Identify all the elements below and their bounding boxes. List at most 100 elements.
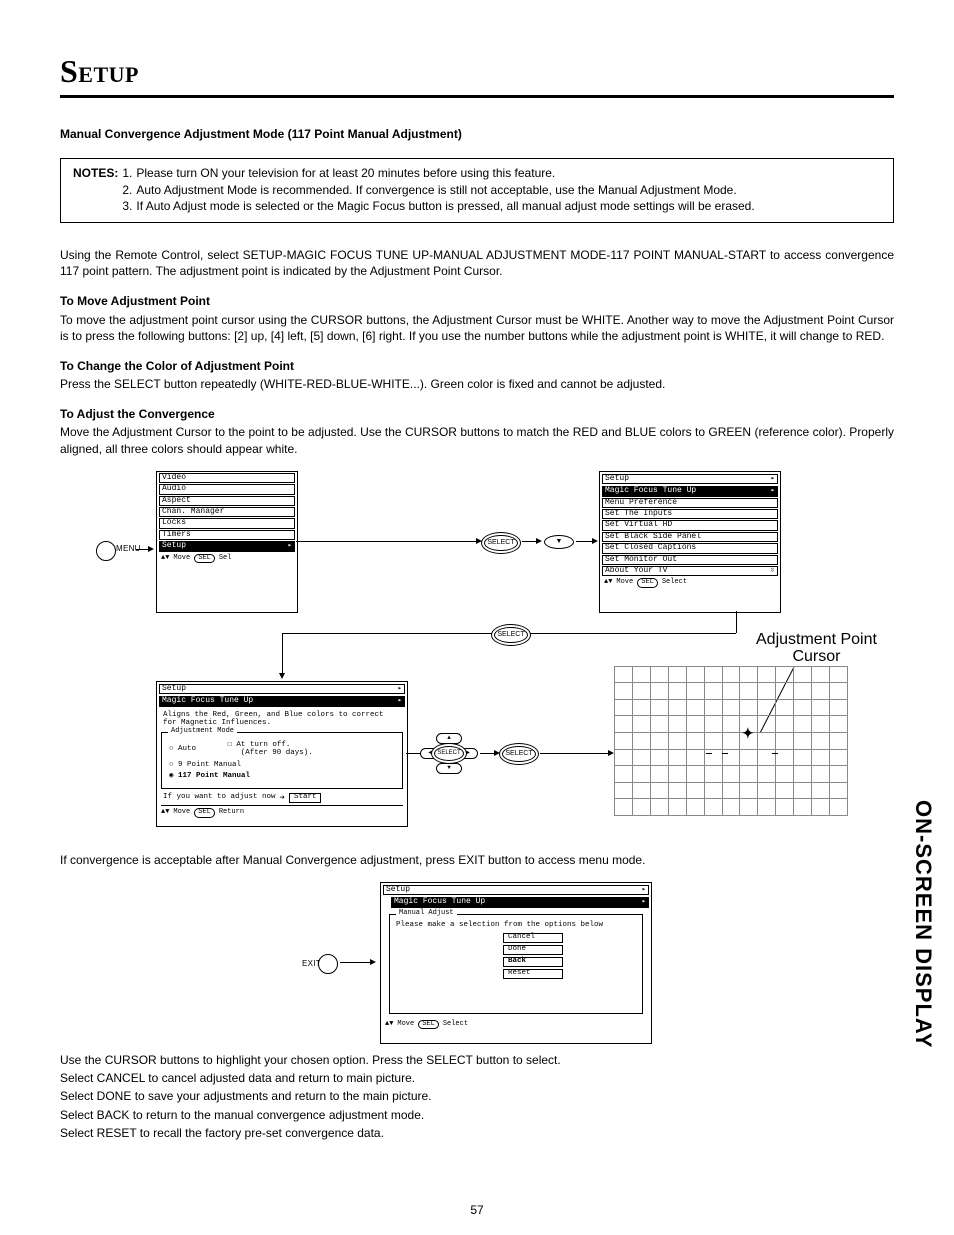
scroll-icon: ⇳: [770, 567, 775, 575]
menu-button-icon: [96, 541, 116, 561]
foot-move: Move: [397, 1021, 414, 1028]
sel-icon: SEL: [194, 808, 215, 817]
cursor-dpad-icon: ▲ ▼ ◀ ▶ SELECT: [430, 735, 466, 771]
chevron-right-icon: [771, 487, 775, 495]
menu-item: Locks: [162, 519, 186, 527]
chevron-right-icon: [771, 475, 775, 483]
menu-item: About Your TV: [605, 567, 667, 575]
foot-sel: Sel: [219, 555, 232, 562]
note-text: Please turn ON your television for at le…: [134, 165, 756, 181]
osd-title: Setup: [386, 886, 410, 894]
note-text: If Auto Adjust mode is selected or the M…: [134, 198, 756, 214]
diagram-region-1: MENU Video Audio Aspect Chan. Manager Lo…: [56, 471, 890, 836]
menu-item: Set Virtual HD: [605, 521, 672, 529]
menu-item: Set Closed Captions: [605, 544, 696, 552]
tail-line: Use the CURSOR buttons to highlight your…: [60, 1052, 894, 1068]
dash-series: — —: [706, 750, 730, 761]
intro-paragraph: Using the Remote Control, select SETUP-M…: [60, 247, 894, 279]
updown-icon: ▲▼: [161, 555, 169, 562]
tail-line: Select BACK to return to the manual conv…: [60, 1107, 894, 1123]
section-title: Setup: [60, 50, 894, 93]
subheading: Manual Convergence Adjustment Mode (117 …: [60, 126, 894, 142]
menu-item: Menu Preference: [605, 499, 677, 507]
tail-line: Select CANCEL to cancel adjusted data an…: [60, 1070, 894, 1086]
menu-item-selected: Magic Focus Tune Up: [605, 487, 696, 495]
manual-adjust-group: Manual Adjust Please make a selection fr…: [389, 914, 643, 1014]
foot-move: Move: [173, 809, 190, 816]
menu-item: Set Black Side Panel: [605, 533, 701, 541]
select-button-icon: SELECT: [434, 746, 464, 761]
note-num: 2.: [120, 182, 134, 198]
option-done: Done: [503, 945, 563, 955]
chevron-right-icon: [642, 898, 646, 906]
chevron-right-icon: [288, 542, 292, 550]
osd-subtitle: Magic Focus Tune Up: [394, 898, 485, 906]
chevron-right-icon: [398, 697, 402, 705]
menu-item: Set Monitor Out: [605, 556, 677, 564]
osd-subtitle: Magic Focus Tune Up: [162, 697, 253, 705]
convergence-grid: ✦ — — —: [614, 666, 848, 816]
foot-sel: Select: [662, 579, 687, 586]
select-button-icon: SELECT: [494, 627, 528, 643]
cursor-cross-icon: ✦: [742, 726, 754, 741]
menu-item: Video: [162, 474, 186, 482]
radio-9point: ○ 9 Point Manual: [168, 761, 396, 771]
osd-title: Setup: [605, 475, 629, 483]
exit-button-icon: [318, 954, 338, 974]
note-num: 1.: [120, 165, 134, 181]
adjustment-point-label: Adjustment PointCursor: [756, 631, 877, 666]
radio-auto: ○ Auto: [168, 741, 224, 759]
sel-icon: SEL: [418, 1020, 439, 1029]
heading-adjust: To Adjust the Convergence: [60, 406, 894, 422]
sel-icon: SEL: [194, 554, 215, 563]
osd-setup-menu: Setup Magic Focus Tune Up Menu Preferenc…: [599, 471, 781, 613]
menu-item-selected: Setup: [162, 542, 186, 550]
updown-icon: ▲▼: [385, 1021, 393, 1028]
option-cancel: Cancel: [503, 933, 563, 943]
dash-series: —: [772, 750, 780, 761]
start-button: Start: [289, 793, 322, 803]
page-number: 57: [0, 1203, 954, 1217]
radio-117point: ◉ 117 Point Manual: [168, 772, 396, 782]
menu-item: Audio: [162, 485, 186, 493]
menu-item: Timers: [162, 531, 191, 539]
foot-move: Move: [173, 555, 190, 562]
select-button-icon: SELECT: [502, 746, 536, 762]
tail-line: Select DONE to save your adjustments and…: [60, 1088, 894, 1104]
tail-line: Select RESET to recall the factory pre-s…: [60, 1125, 894, 1141]
paragraph-adjust: Move the Adjustment Cursor to the point …: [60, 424, 894, 456]
osd-manual-adjust: Setup Magic Focus Tune Up Manual Adjust …: [380, 882, 652, 1044]
paragraph-after-grid: If convergence is acceptable after Manua…: [60, 852, 894, 868]
side-label: ON-SCREEN DISPLAY: [910, 800, 936, 1048]
group-legend: Manual Adjust: [396, 910, 457, 917]
notes-label: NOTES:: [71, 165, 120, 214]
foot-move: Move: [616, 579, 633, 586]
adjust-now-prompt: If you want to adjust now: [163, 794, 276, 802]
updown-icon: ▲▼: [161, 809, 169, 816]
foot-return: Return: [219, 809, 244, 816]
paragraph-move: To move the adjustment point cursor usin…: [60, 312, 894, 344]
osd-title: Setup: [162, 685, 186, 693]
osd-instruction: Please make a selection from the options…: [396, 921, 636, 930]
osd-magic-focus: Setup Magic Focus Tune Up Aligns the Red…: [156, 681, 408, 827]
cursor-down-icon: ▼: [544, 535, 574, 549]
sel-icon: SEL: [637, 578, 658, 587]
osd-description: Aligns the Red, Green, and Blue colors t…: [163, 711, 401, 728]
group-legend: Adjustment Mode: [168, 728, 237, 735]
updown-icon: ▲▼: [604, 579, 612, 586]
arrow-right-icon: ➔: [280, 794, 285, 803]
checkbox-turnoff: ☐ At turn off. (After 90 days).: [226, 741, 396, 759]
note-text: Auto Adjustment Mode is recommended. If …: [134, 182, 756, 198]
option-back-selected: Back: [503, 957, 563, 967]
chevron-right-icon: [398, 685, 402, 693]
note-num: 3.: [120, 198, 134, 214]
chevron-right-icon: [642, 886, 646, 894]
foot-sel: Select: [443, 1021, 468, 1028]
adjustment-mode-group: Adjustment Mode ○ Auto ☐ At turn off. (A…: [161, 732, 403, 790]
paragraph-color: Press the SELECT button repeatedly (WHIT…: [60, 376, 894, 392]
menu-item: Chan. Manager: [162, 508, 224, 516]
diagram-region-2: EXIT Setup Magic Focus Tune Up Manual Ad…: [60, 882, 894, 1052]
title-rule: [60, 95, 894, 98]
select-button-icon: SELECT: [484, 535, 518, 551]
option-reset: Reset: [503, 969, 563, 979]
